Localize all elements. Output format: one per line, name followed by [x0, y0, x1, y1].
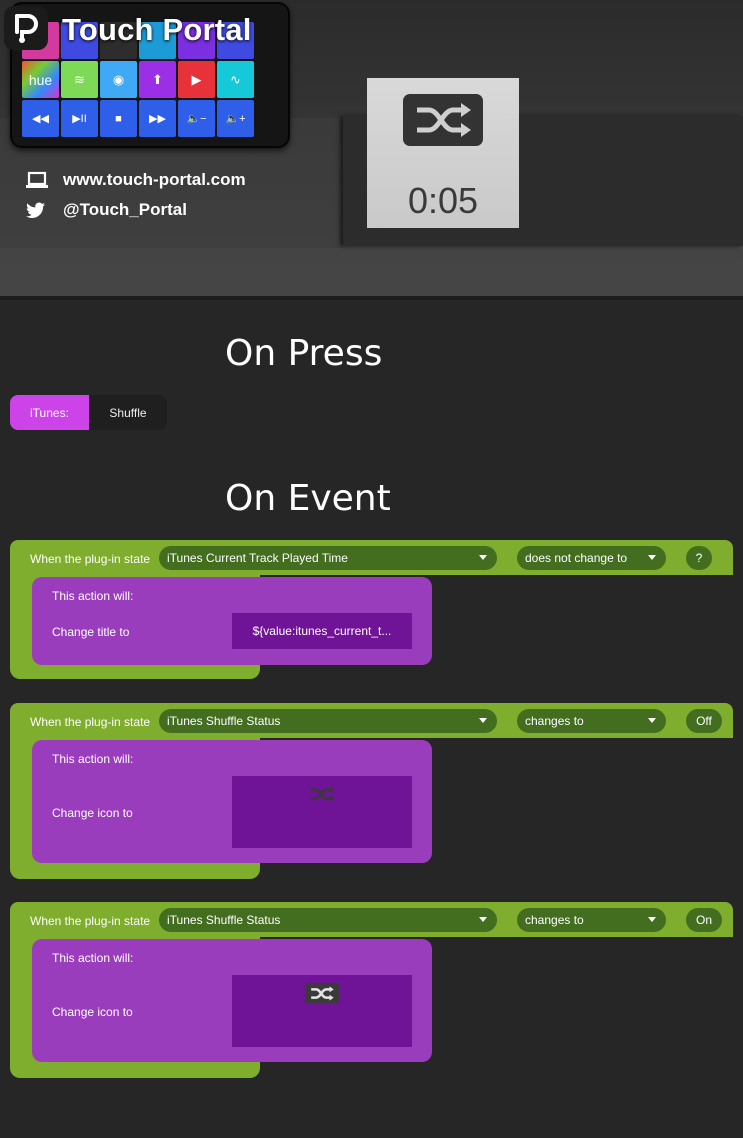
website-text: www.touch-portal.com — [63, 170, 246, 189]
website-link[interactable]: www.touch-portal.com — [26, 170, 246, 190]
twitter-link[interactable]: @Touch_Portal — [26, 200, 187, 220]
title-value-field[interactable]: ${value:itunes_current_t... — [232, 613, 412, 649]
icon-picker[interactable] — [232, 975, 412, 1047]
chevron-down-icon — [479, 917, 487, 922]
action-box: This action will: Change icon to — [32, 740, 432, 863]
value-field[interactable]: ? — [686, 546, 712, 570]
spotify-icon: ≋ — [61, 61, 98, 98]
phone-tile-label: ◀◀ — [22, 100, 59, 137]
phone-tile-label: ■ — [100, 100, 137, 137]
state-value: iTunes Shuffle Status — [167, 714, 281, 728]
chevron-down-icon — [648, 917, 656, 922]
on-press-action[interactable]: iTunes: Shuffle — [10, 395, 167, 430]
condition-value: changes to — [525, 913, 584, 927]
youtube-icon: ▶ — [178, 61, 215, 98]
value-text: On — [695, 913, 712, 927]
value-field[interactable]: Off — [686, 709, 722, 733]
condition-value: changes to — [525, 714, 584, 728]
action-title: This action will: — [52, 951, 134, 965]
wave-icon: ∿ — [217, 61, 254, 98]
action-title: This action will: — [52, 589, 134, 603]
twitter-icon — [26, 202, 48, 219]
condition-select[interactable]: changes to — [517, 709, 666, 733]
brand-title: Touch Portal — [62, 12, 252, 47]
condition-value: does not change to — [525, 551, 628, 565]
twitter-text: @Touch_Portal — [63, 200, 187, 219]
state-select[interactable]: iTunes Shuffle Status — [159, 908, 497, 932]
shuffle-icon — [308, 786, 336, 805]
chevron-down-icon — [648, 718, 656, 723]
chevron-down-icon — [479, 555, 487, 560]
when-label: When the plug-in state — [30, 715, 151, 729]
chevron-down-icon — [479, 718, 487, 723]
title-value-text: ${value:itunes_current_t... — [252, 624, 392, 638]
value-text: ? — [695, 551, 703, 565]
laptop-icon — [26, 171, 48, 189]
state-value: iTunes Shuffle Status — [167, 913, 281, 927]
action-label: Shuffle — [89, 395, 167, 430]
value-text: Off — [696, 714, 712, 728]
action-box: This action will: Change icon to — [32, 939, 432, 1062]
chevron-down-icon — [648, 555, 656, 560]
nav-icon: ⬆ — [139, 61, 176, 98]
condition-select[interactable]: changes to — [517, 908, 666, 932]
plex-icon: ◉ — [100, 61, 137, 98]
state-select[interactable]: iTunes Shuffle Status — [159, 709, 497, 733]
action-label: Change title to — [52, 625, 130, 639]
phone-tile-label: hue — [22, 61, 59, 98]
touch-portal-logo — [4, 6, 48, 50]
phone-tile-label: 🔈− — [178, 100, 215, 137]
plugin-label: iTunes: — [10, 395, 89, 430]
action-box: This action will: Change title to ${valu… — [32, 577, 432, 665]
phone-tile-label: 🔈+ — [217, 100, 254, 137]
phone-tile-label: ▶II — [61, 100, 98, 137]
action-label: Change icon to — [52, 1005, 133, 1019]
state-select[interactable]: iTunes Current Track Played Time — [159, 546, 497, 570]
phone-tile-label: ▶▶ — [139, 100, 176, 137]
banner-divider — [0, 296, 743, 300]
action-label: Change icon to — [52, 806, 133, 820]
icon-picker[interactable] — [232, 776, 412, 848]
touch-portal-logo-icon — [15, 14, 38, 43]
button-preview[interactable]: 0:05 — [367, 78, 519, 228]
on-press-title: On Press — [225, 333, 383, 374]
when-label: When the plug-in state — [30, 914, 151, 928]
when-label: When the plug-in state — [30, 552, 151, 566]
on-event-title: On Event — [225, 478, 391, 519]
shuffle-icon — [305, 983, 339, 1003]
value-field[interactable]: On — [686, 908, 722, 932]
preview-time: 0:05 — [407, 180, 479, 221]
state-value: iTunes Current Track Played Time — [167, 551, 348, 565]
shuffle-icon — [403, 94, 483, 146]
condition-select[interactable]: does not change to — [517, 546, 666, 570]
action-title: This action will: — [52, 752, 134, 766]
